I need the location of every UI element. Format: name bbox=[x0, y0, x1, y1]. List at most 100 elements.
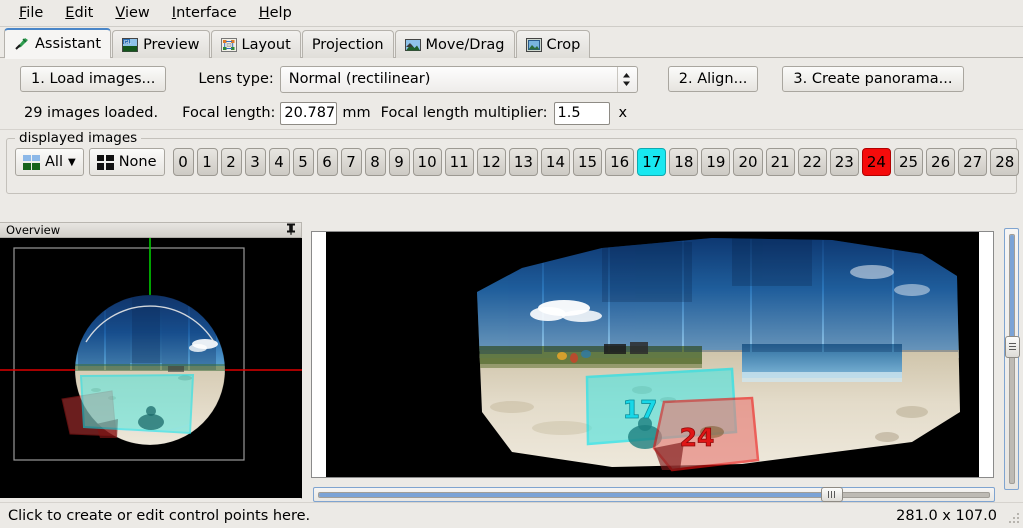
align-button[interactable]: 2. Align... bbox=[667, 65, 759, 93]
image-toggle-17[interactable]: 17 bbox=[637, 148, 667, 176]
panorama-render: 17 24 bbox=[312, 232, 993, 477]
show-all-images-button[interactable]: All ▼ bbox=[15, 148, 84, 176]
image-toggle-0[interactable]: 0 bbox=[172, 148, 194, 176]
menu-item-edit[interactable]: Edit bbox=[54, 3, 104, 24]
all-thumbnail-icon bbox=[23, 154, 40, 170]
menu-item-help[interactable]: Help bbox=[248, 3, 303, 24]
menu-item-interface[interactable]: Interface bbox=[161, 3, 248, 24]
image-toggle-16[interactable]: 16 bbox=[605, 148, 635, 176]
image-toggle-27[interactable]: 27 bbox=[958, 148, 988, 176]
tab-preview[interactable]: GL Preview bbox=[112, 30, 210, 58]
tab-assistant[interactable]: Assistant bbox=[4, 28, 112, 59]
image-toggle-6[interactable]: 6 bbox=[316, 148, 338, 176]
image-toggle-8[interactable]: 8 bbox=[364, 148, 386, 176]
image-toggle-11[interactable]: 11 bbox=[444, 148, 474, 176]
image-toggle-3[interactable]: 3 bbox=[244, 148, 266, 176]
tab-projection[interactable]: Projection bbox=[301, 30, 394, 58]
horizontal-slider-handle[interactable] bbox=[820, 487, 843, 502]
tab-assistant-label: Assistant bbox=[35, 36, 102, 52]
highlight-label-24: 24 bbox=[680, 423, 715, 452]
image-toggle-15[interactable]: 15 bbox=[573, 148, 603, 176]
menu-mnemonic: V bbox=[115, 4, 125, 21]
image-toggle-28[interactable]: 28 bbox=[990, 148, 1020, 176]
status-dimensions: 281.0 x 107.0 bbox=[896, 507, 997, 524]
create-panorama-button[interactable]: 3. Create panorama... bbox=[782, 65, 964, 93]
svg-text:GL: GL bbox=[124, 40, 131, 46]
menu-label-rest: ile bbox=[26, 4, 44, 21]
image-toggle-22[interactable]: 22 bbox=[797, 148, 827, 176]
horizontal-zoom-slider[interactable] bbox=[313, 487, 995, 502]
focal-multiplier-input[interactable]: 1.5 bbox=[553, 101, 610, 125]
image-toggle-26[interactable]: 26 bbox=[926, 148, 956, 176]
horizontal-slider-track bbox=[318, 492, 990, 498]
tab-layout[interactable]: Layout bbox=[210, 30, 301, 58]
vertical-zoom-slider[interactable] bbox=[1004, 228, 1020, 490]
tab-crop[interactable]: Crop bbox=[515, 30, 591, 58]
tab-move-drag-label: Move/Drag bbox=[425, 36, 505, 53]
wand-icon bbox=[14, 37, 30, 51]
image-toggle-10[interactable]: 10 bbox=[412, 148, 442, 176]
application-window: File Edit View Interface Help Assistant bbox=[0, 0, 1023, 528]
vertical-slider-fill bbox=[1010, 235, 1014, 345]
status-hint-text: Click to create or edit control points h… bbox=[8, 507, 311, 524]
menu-label-rest: nterface bbox=[176, 4, 237, 21]
preview-panel: 17 24 bbox=[303, 222, 1023, 499]
image-toggle-7[interactable]: 7 bbox=[340, 148, 362, 176]
menu-item-view[interactable]: View bbox=[104, 3, 160, 24]
overview-sphere-render bbox=[0, 238, 302, 461]
resize-grip-icon[interactable] bbox=[1008, 513, 1020, 525]
menu-label-rest: iew bbox=[124, 4, 150, 21]
displayed-images-group: displayed images All ▼ None 0 1 2 3 4 5 6 7 8 9 10… bbox=[6, 130, 1020, 194]
image-toggle-21[interactable]: 21 bbox=[765, 148, 795, 176]
images-loaded-status: 29 images loaded. bbox=[24, 105, 159, 121]
lens-type-label: Lens type: bbox=[198, 71, 274, 87]
image-toggle-12[interactable]: 12 bbox=[476, 148, 506, 176]
focal-multiplier-label: Focal length multiplier: bbox=[380, 105, 548, 121]
tab-crop-label: Crop bbox=[546, 36, 581, 53]
image-toggle-13[interactable]: 13 bbox=[508, 148, 538, 176]
tab-bar: Assistant GL Preview Layout Projection M… bbox=[0, 27, 1023, 59]
menu-bar: File Edit View Interface Help bbox=[0, 0, 1023, 27]
show-all-label: All bbox=[45, 154, 63, 170]
menu-item-file[interactable]: File bbox=[8, 3, 54, 24]
vertical-slider-track bbox=[1009, 234, 1015, 484]
focal-length-input[interactable]: 20.787 bbox=[280, 101, 338, 125]
image-toggle-5[interactable]: 5 bbox=[292, 148, 314, 176]
crop-icon bbox=[525, 37, 542, 52]
mm-unit-label: mm bbox=[342, 105, 371, 121]
none-thumbnail-icon bbox=[96, 154, 114, 170]
load-images-button[interactable]: 1. Load images... bbox=[20, 65, 167, 93]
displayed-images-title: displayed images bbox=[15, 130, 142, 146]
overview-canvas[interactable] bbox=[0, 238, 302, 498]
chevron-down-icon: ▼ bbox=[67, 156, 76, 168]
image-toggle-2[interactable]: 2 bbox=[220, 148, 242, 176]
image-toggle-9[interactable]: 9 bbox=[388, 148, 410, 176]
show-none-label: None bbox=[118, 154, 157, 170]
pin-icon[interactable] bbox=[286, 223, 296, 238]
image-toggle-20[interactable]: 20 bbox=[733, 148, 763, 176]
chevron-updown-icon bbox=[616, 66, 636, 92]
panels-area: Overview 17 24 bbox=[0, 222, 1023, 501]
overview-panel: Overview bbox=[0, 222, 302, 499]
displayed-images-row: All ▼ None 0 1 2 3 4 5 6 7 8 9 10 11 12 13 14 15 16 17 18 1… bbox=[11, 148, 1020, 176]
panorama-preview-canvas[interactable]: 17 24 bbox=[311, 231, 994, 478]
show-none-images-button[interactable]: None bbox=[88, 148, 165, 176]
image-toggle-23[interactable]: 23 bbox=[829, 148, 859, 176]
menu-label-rest: elp bbox=[269, 4, 292, 21]
image-toggle-19[interactable]: 19 bbox=[701, 148, 731, 176]
image-toggle-24[interactable]: 24 bbox=[861, 148, 891, 176]
status-bar: Click to create or edit control points h… bbox=[0, 502, 1023, 528]
image-toggle-4[interactable]: 4 bbox=[268, 148, 290, 176]
tab-move-drag[interactable]: Move/Drag bbox=[394, 30, 515, 58]
tab-preview-label: Preview bbox=[143, 36, 200, 53]
lens-type-combobox[interactable]: Normal (rectilinear) bbox=[279, 65, 638, 93]
overview-highlight-17 bbox=[79, 373, 195, 435]
image-toggle-1[interactable]: 1 bbox=[196, 148, 218, 176]
move-drag-icon bbox=[404, 38, 421, 52]
image-toggle-25[interactable]: 25 bbox=[893, 148, 924, 176]
image-number-buttons: 0 1 2 3 4 5 6 7 8 9 10 11 12 13 14 15 16 17 18 19 20 21 22 23 24… bbox=[172, 148, 1020, 176]
image-toggle-14[interactable]: 14 bbox=[540, 148, 570, 176]
lens-type-value: Normal (rectilinear) bbox=[288, 71, 431, 87]
image-toggle-18[interactable]: 18 bbox=[669, 148, 699, 176]
vertical-slider-handle[interactable] bbox=[1005, 335, 1020, 358]
